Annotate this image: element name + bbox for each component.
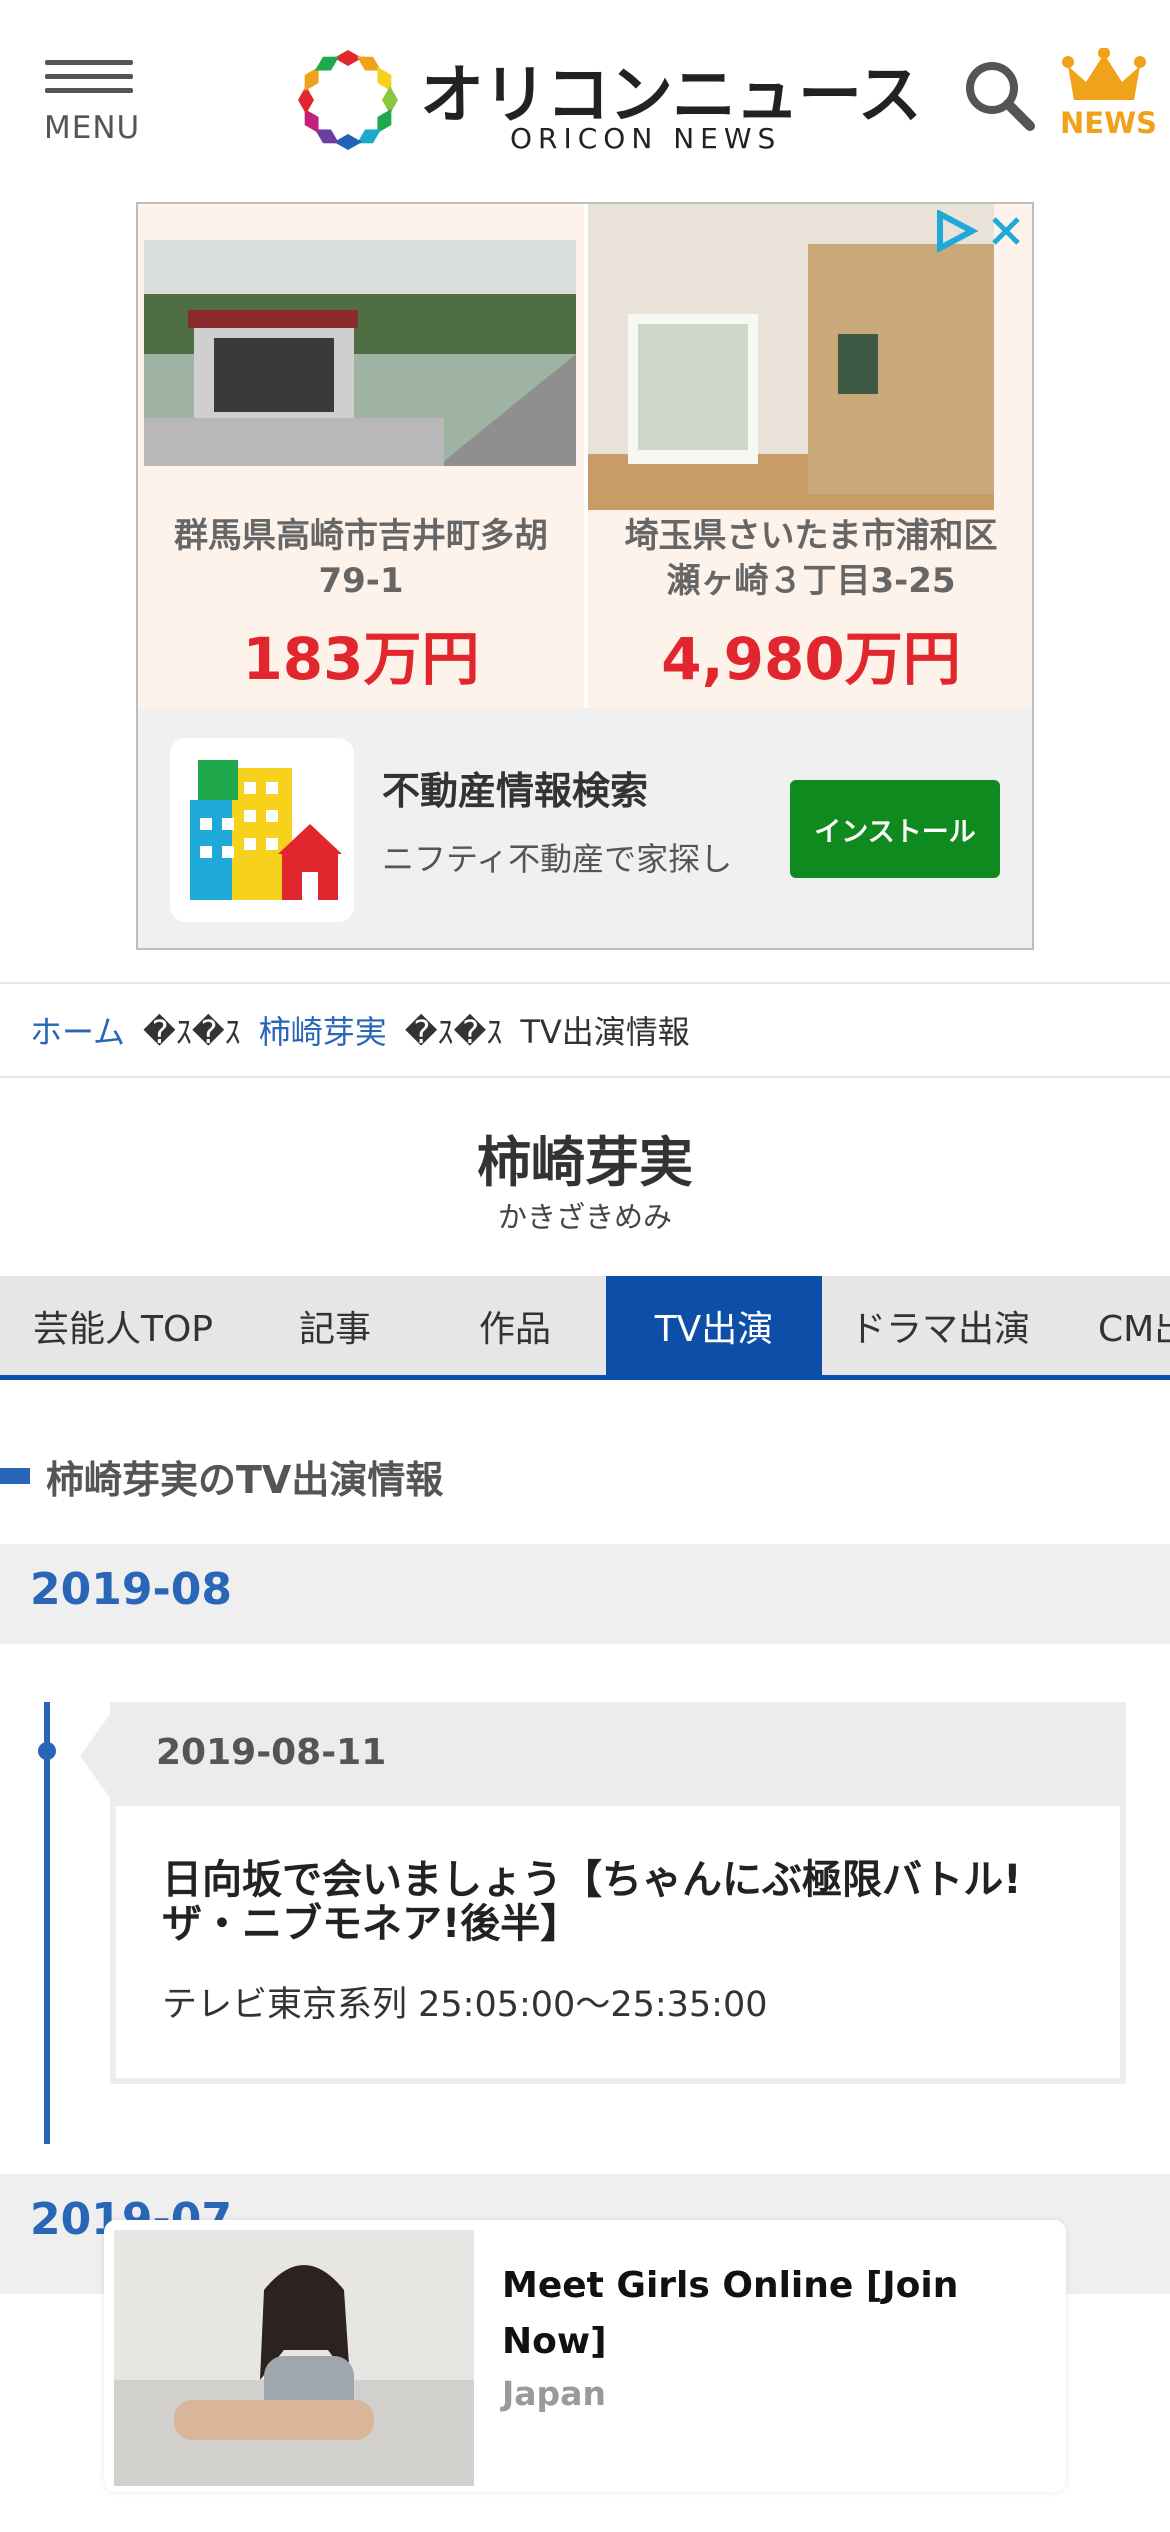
section-title: 柿崎芽実のTV出演情報 [46, 1457, 444, 1502]
news-ranking-button[interactable]: NEWS [1054, 48, 1157, 148]
month-header: 2019-08 [0, 1544, 1170, 1644]
search-button[interactable] [962, 58, 1036, 132]
close-icon[interactable] [986, 211, 1026, 251]
tab-artist-top[interactable]: 芸能人TOP [0, 1276, 246, 1375]
logo-mark-icon [298, 50, 398, 150]
tab-drama-appearances[interactable]: ドラマ出演 [822, 1276, 1058, 1375]
app-icon [170, 738, 354, 922]
tab-cm-appearances[interactable]: CM出演 [1058, 1276, 1170, 1375]
property-address: 群馬県高崎市吉井町多胡 79-1 [174, 516, 548, 601]
ad-property-card[interactable]: 群馬県高崎市吉井町多胡 79-1 183万円 [138, 204, 584, 708]
app-title: 不動産情報検索 [382, 769, 649, 813]
ad-property-card[interactable]: 埼玉県さいたま市浦和区 瀬ヶ崎３丁目3-25 4,980万円 [588, 204, 1032, 708]
real-estate-ad[interactable]: 群馬県高崎市吉井町多胡 79-1 183万円 埼玉県さいたま市浦和区 瀬ヶ崎３丁… [136, 202, 1034, 950]
ad-subtitle: Japan [502, 2374, 606, 2413]
crown-icon [1062, 48, 1146, 100]
property-price: 183万円 [242, 625, 480, 693]
search-icon [966, 62, 1035, 131]
timeline-pointer [80, 1714, 110, 1798]
month-label: 2019-08 [30, 1564, 232, 1615]
artist-kana: かきざきめみ [497, 1200, 672, 1234]
section-marker [0, 1468, 30, 1484]
menu-label: MENU [44, 110, 141, 146]
site-header: MENU オリコンニュース ORICON NEWS NEWS [0, 0, 1170, 190]
app-install-banner[interactable]: 不動産情報検索 ニフティ不動産で家探し インストール [138, 708, 1032, 948]
entry-body: 日向坂で会いましょう【ちゃんにぶ極限バトル! ザ・ニブモネア!後半】 テレビ東京… [116, 1806, 1120, 2078]
timeline-line [44, 1702, 50, 2144]
buildings-icon [190, 760, 342, 900]
logo-text-en: ORICON NEWS [510, 122, 782, 155]
news-label: NEWS [1060, 106, 1157, 140]
ad-choices[interactable] [932, 208, 1028, 254]
property-photo [138, 204, 584, 510]
property-address: 埼玉県さいたま市浦和区 瀬ヶ崎３丁目3-25 [624, 516, 998, 601]
menu-button[interactable]: MENU [40, 52, 140, 152]
timeline-dot [38, 1742, 56, 1760]
entry-date: 2019-08-11 [156, 1732, 387, 1773]
breadcrumb-home-link[interactable]: ホーム [30, 1007, 125, 1053]
install-button[interactable]: インストール [790, 780, 1000, 878]
artist-name: 柿崎芽実 [477, 1131, 693, 1194]
breadcrumb-artist-link[interactable]: 柿崎芽実 [259, 1007, 387, 1053]
broadcast-info: テレビ東京系列 25:05:00～25:35:00 [162, 1985, 768, 2025]
artist-tabs: 芸能人TOP 記事 作品 TV出演 ドラマ出演 CM出演 [0, 1276, 1170, 1380]
program-title[interactable]: 日向坂で会いましょう【ちゃんにぶ極限バトル! ザ・ニブモネア!後半】 [162, 1858, 1092, 1946]
oricon-news-logo[interactable]: オリコンニュース ORICON NEWS [296, 40, 922, 160]
breadcrumb-separator: �ｽ�ｽ [404, 1013, 503, 1051]
property-price: 4,980万円 [661, 625, 961, 693]
ad-title[interactable]: Meet Girls Online [Join Now] [502, 2258, 1022, 2370]
section-heading: 柿崎芽実のTV出演情報 [0, 1448, 443, 1504]
breadcrumb-current: TV出演情報 [520, 1013, 690, 1051]
tv-appearance-entry[interactable]: 2019-08-11 日向坂で会いましょう【ちゃんにぶ極限バトル! ザ・ニブモネ… [110, 1702, 1126, 2084]
tab-articles[interactable]: 記事 [246, 1276, 424, 1375]
breadcrumb: ホーム �ｽ�ｽ 柿崎芽実 �ｽ�ｽ TV出演情報 [0, 982, 1170, 1078]
app-description: ニフティ不動産で家探し [382, 840, 733, 878]
ad-choices-icon[interactable] [932, 210, 978, 252]
breadcrumb-separator: �ｽ�ｽ [143, 1013, 241, 1051]
sticky-bottom-ad[interactable]: Meet Girls Online [Join Now] Japan [104, 2220, 1066, 2492]
tab-works[interactable]: 作品 [424, 1276, 606, 1375]
tab-tv-appearances[interactable]: TV出演 [606, 1276, 822, 1375]
ad-photo [114, 2230, 474, 2486]
